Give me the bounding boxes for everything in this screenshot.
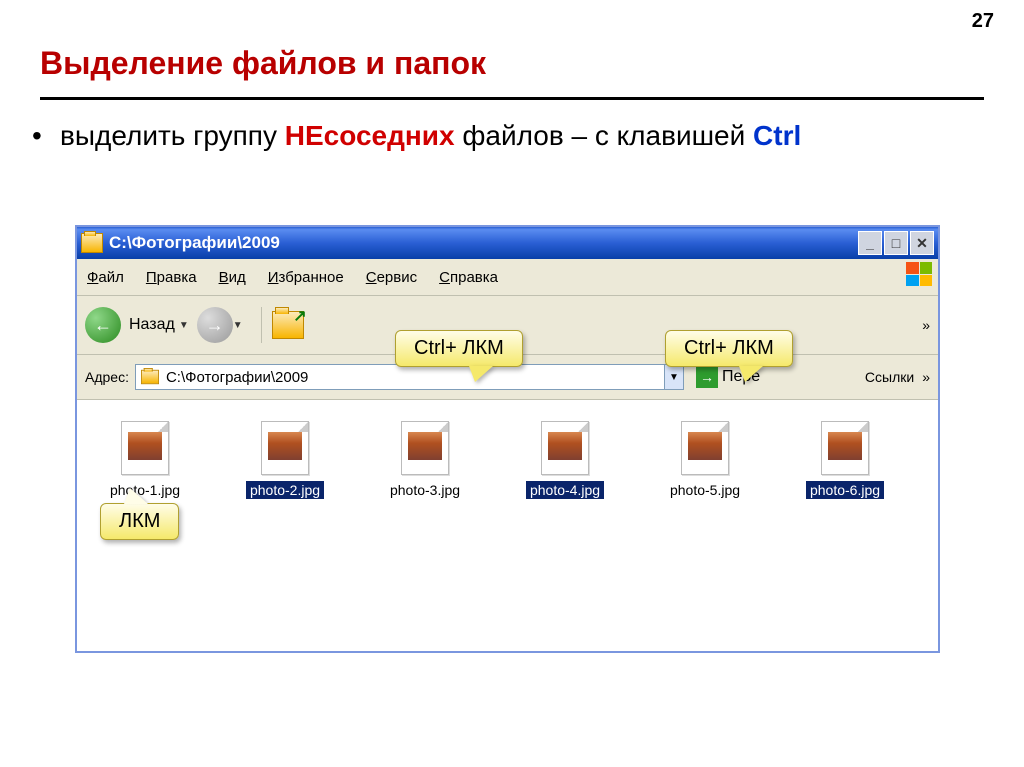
- forward-button[interactable]: →: [197, 307, 233, 343]
- bullet-text: выделить группу НЕсоседних файлов – с кл…: [60, 118, 984, 154]
- file-item[interactable]: photo-4.jpg: [511, 421, 619, 499]
- menu-favorites[interactable]: Избранное: [268, 269, 344, 286]
- thumbnail-icon: [821, 421, 869, 475]
- window-title: C:\Фотографии\2009: [109, 233, 280, 253]
- menubar: Файл Правка Вид Избранное Сервис Справка: [77, 259, 938, 296]
- file-pane[interactable]: photo-1.jpg photo-2.jpg photo-3.jpg phot…: [77, 400, 938, 651]
- file-list: photo-1.jpg photo-2.jpg photo-3.jpg phot…: [91, 421, 924, 499]
- bullet-pre: выделить группу: [60, 120, 285, 151]
- callout-lkm: ЛКМ: [100, 503, 179, 540]
- minimize-button[interactable]: _: [858, 231, 882, 255]
- page-number: 27: [972, 10, 994, 33]
- menu-help[interactable]: Справка: [439, 269, 498, 286]
- file-item[interactable]: photo-3.jpg: [371, 421, 479, 499]
- close-button[interactable]: ✕: [910, 231, 934, 255]
- folder-icon: [81, 233, 103, 253]
- go-button[interactable]: →: [696, 366, 718, 388]
- toolbar-overflow[interactable]: »: [922, 317, 930, 333]
- thumbnail-icon: [681, 421, 729, 475]
- file-name: photo-6.jpg: [806, 481, 884, 499]
- titlebar[interactable]: C:\Фотографии\2009 _ □ ✕: [77, 227, 938, 259]
- links-overflow[interactable]: »: [922, 369, 930, 385]
- explorer-window: C:\Фотографии\2009 _ □ ✕ Файл Правка Вид…: [75, 225, 940, 653]
- menu-edit[interactable]: Правка: [146, 269, 197, 286]
- menu-view[interactable]: Вид: [219, 269, 246, 286]
- file-name: photo-3.jpg: [386, 481, 464, 499]
- callout-ctrl-lkm-2: Ctrl+ ЛКМ: [665, 330, 793, 367]
- thumbnail-icon: [261, 421, 309, 475]
- file-name: photo-4.jpg: [526, 481, 604, 499]
- thumbnail-icon: [401, 421, 449, 475]
- thumbnail-icon: [541, 421, 589, 475]
- bullet-blue: Ctrl: [753, 120, 801, 151]
- file-item[interactable]: photo-5.jpg: [651, 421, 759, 499]
- thumbnail-icon: [121, 421, 169, 475]
- address-value: C:\Фотографии\2009: [166, 369, 308, 386]
- menu-file[interactable]: Файл: [87, 269, 124, 286]
- links-label[interactable]: Ссылки: [865, 369, 914, 385]
- file-item[interactable]: photo-2.jpg: [231, 421, 339, 499]
- slide-title: Выделение файлов и папок: [0, 0, 1024, 97]
- separator: [261, 307, 262, 343]
- address-dropdown[interactable]: ▼: [665, 364, 684, 390]
- up-folder-icon[interactable]: [272, 311, 304, 339]
- address-input[interactable]: C:\Фотографии\2009: [135, 364, 665, 390]
- maximize-button[interactable]: □: [884, 231, 908, 255]
- back-label: Назад: [129, 316, 175, 334]
- forward-dropdown[interactable]: ▼: [233, 320, 243, 331]
- title-underline: [40, 97, 984, 100]
- bullet-mid: файлов – с клавишей: [455, 120, 753, 151]
- address-label: Адрес:: [85, 369, 129, 385]
- menu-tools[interactable]: Сервис: [366, 269, 417, 286]
- file-item[interactable]: photo-6.jpg: [791, 421, 899, 499]
- address-folder-icon: [141, 370, 159, 384]
- file-name: photo-5.jpg: [666, 481, 744, 499]
- windows-logo-icon: [906, 262, 932, 286]
- file-name: photo-2.jpg: [246, 481, 324, 499]
- bullet-red: НЕсоседних: [285, 120, 455, 151]
- back-dropdown[interactable]: ▼: [179, 320, 189, 331]
- back-button[interactable]: ←: [85, 307, 121, 343]
- callout-ctrl-lkm-1: Ctrl+ ЛКМ: [395, 330, 523, 367]
